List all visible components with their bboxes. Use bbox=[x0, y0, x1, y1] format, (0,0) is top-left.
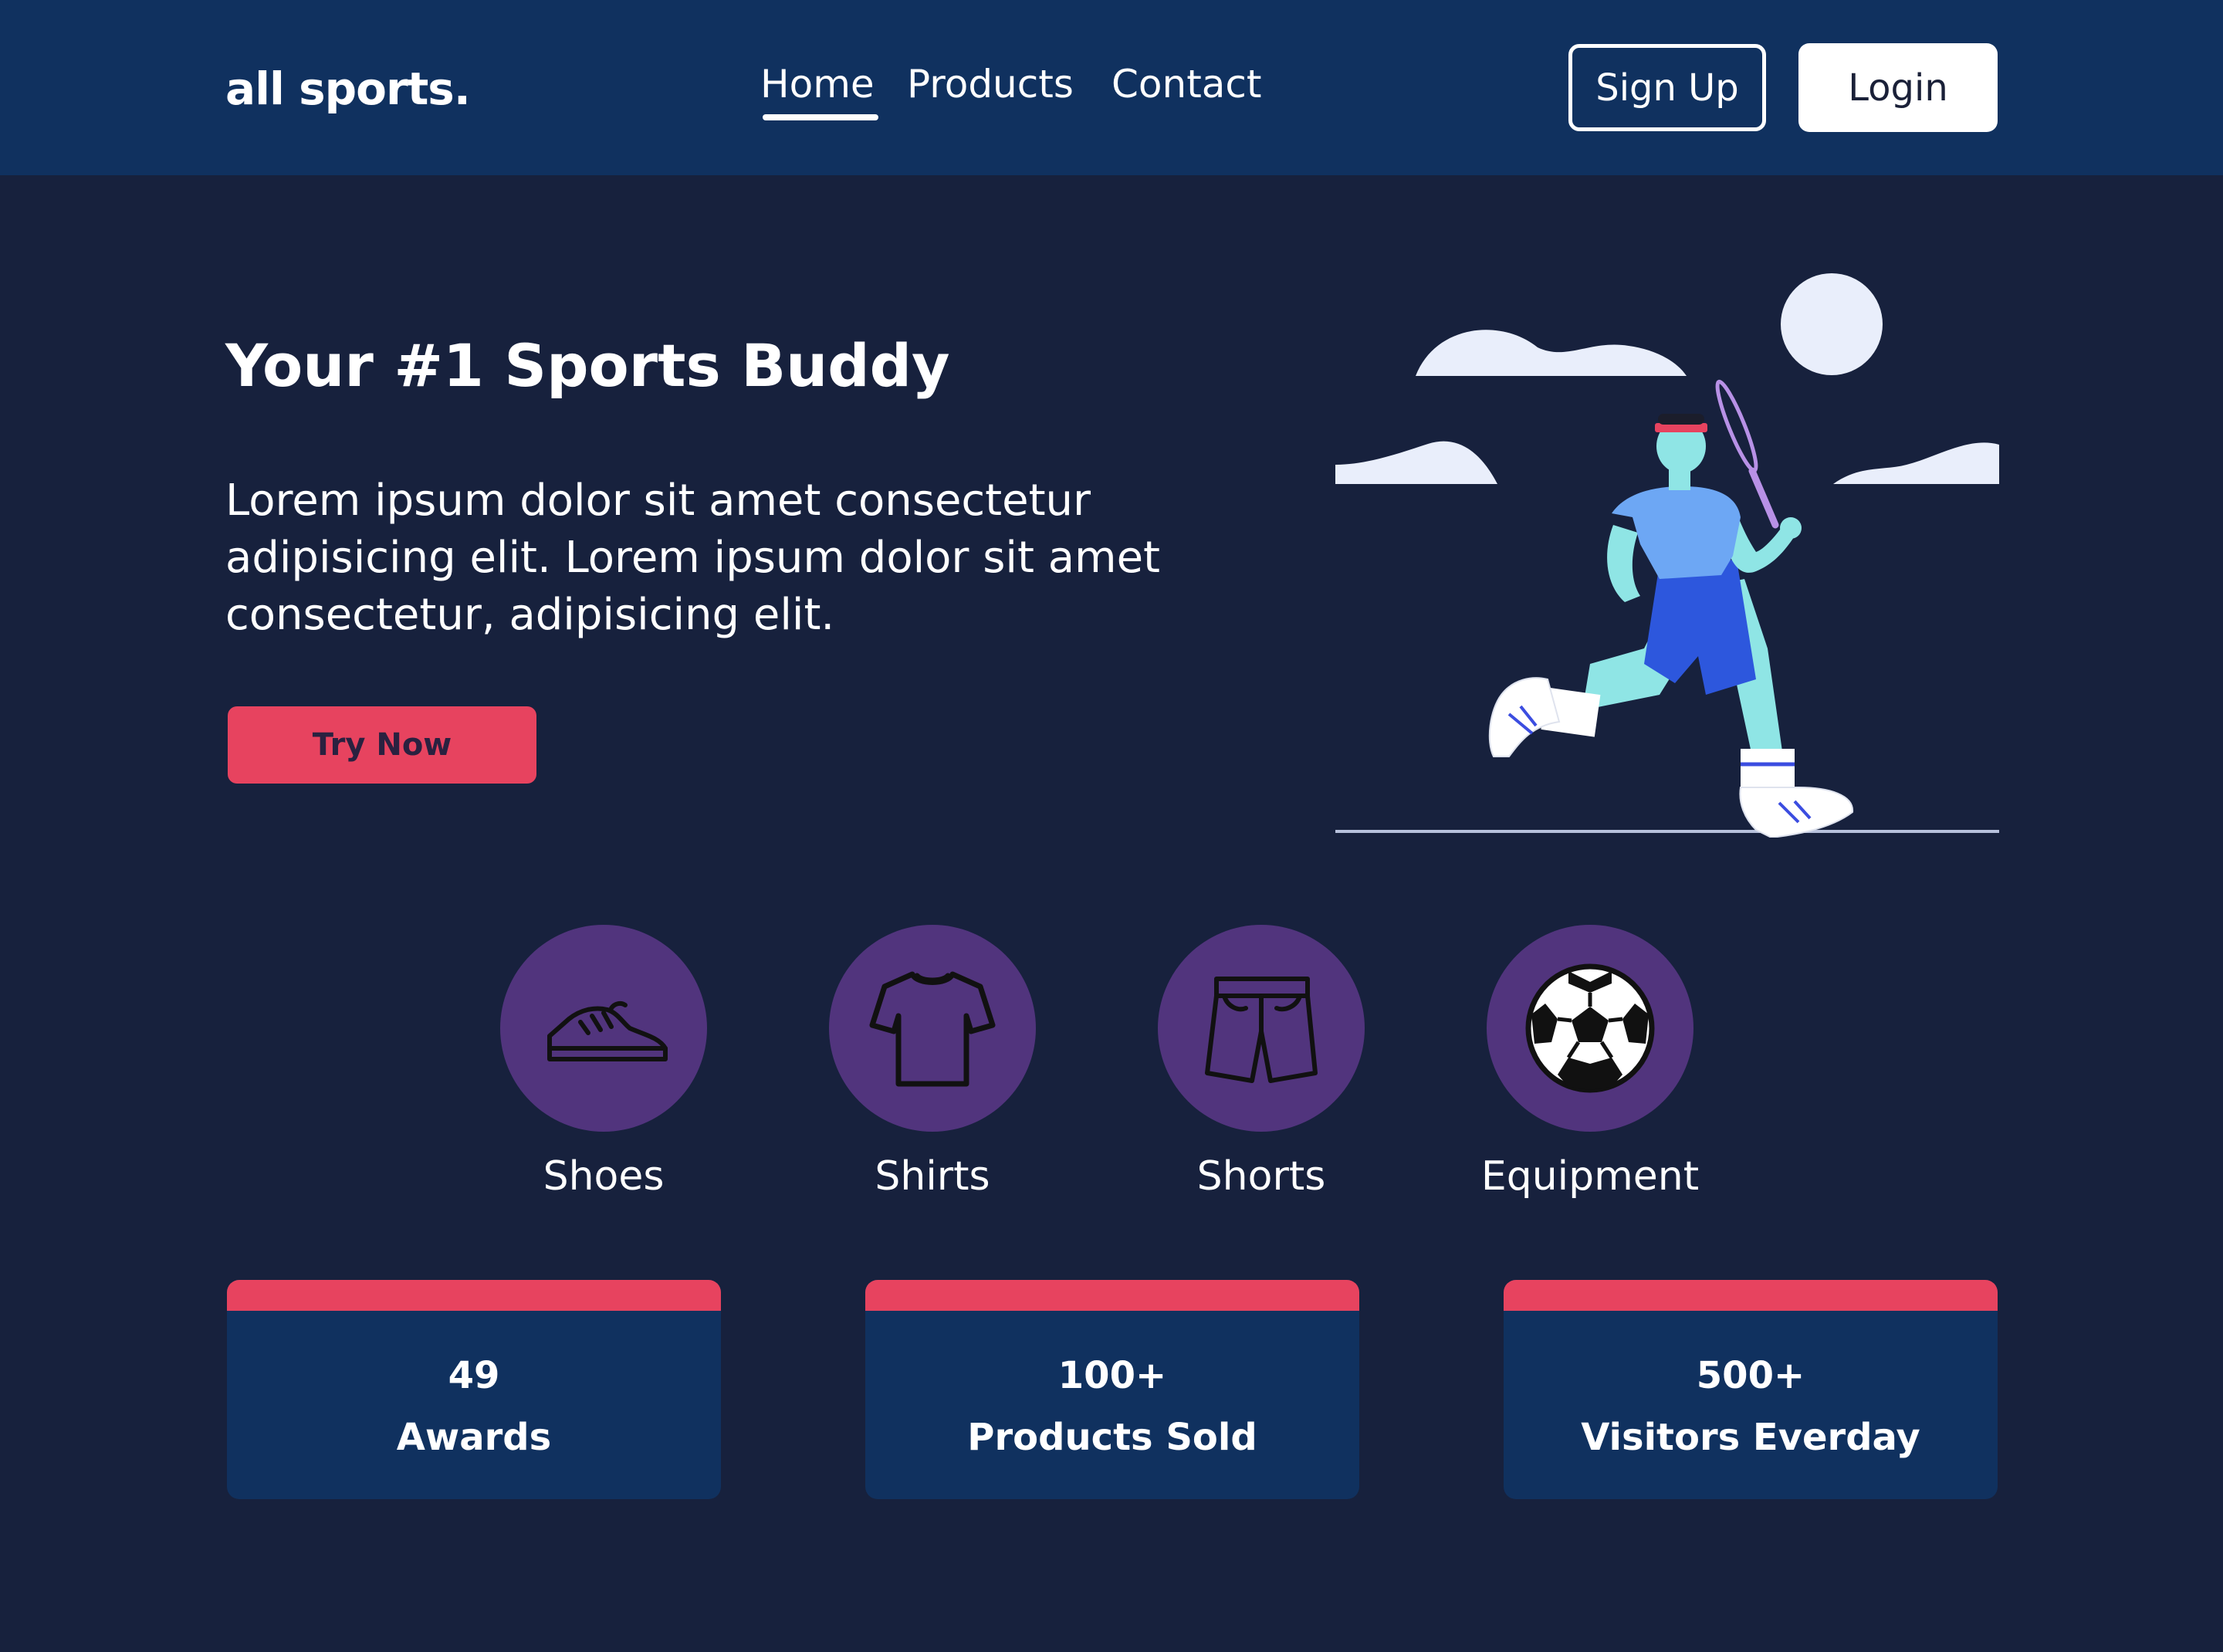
nav-link-home[interactable]: Home bbox=[760, 65, 875, 103]
stat-card-accent-bar bbox=[227, 1280, 721, 1311]
runner-illustration bbox=[1335, 273, 1999, 838]
soccer-ball-icon bbox=[1525, 963, 1655, 1093]
sun-shape bbox=[1781, 273, 1883, 375]
stat-label: Awards bbox=[396, 1416, 552, 1459]
category-shoes[interactable]: Shoes bbox=[488, 925, 719, 1203]
category-circle bbox=[1487, 925, 1693, 1132]
stat-card-accent-bar bbox=[865, 1280, 1359, 1311]
stat-value: 49 bbox=[448, 1354, 500, 1397]
site-logo[interactable]: all sports. bbox=[225, 66, 471, 111]
shorts-icon bbox=[1205, 977, 1318, 1083]
stat-card-awards: 49 Awards bbox=[227, 1280, 721, 1499]
try-now-button[interactable]: Try Now bbox=[228, 706, 536, 784]
nav-link-contact[interactable]: Contact bbox=[1112, 65, 1262, 103]
category-shorts[interactable]: Shorts bbox=[1145, 925, 1377, 1203]
category-label: Equipment bbox=[1480, 1153, 1700, 1200]
stat-card-visitors: 500+ Visitors Everday bbox=[1504, 1280, 1998, 1499]
category-label: Shorts bbox=[1196, 1153, 1326, 1200]
category-label: Shirts bbox=[875, 1153, 990, 1200]
stat-value: 100+ bbox=[1057, 1354, 1167, 1397]
category-label: Shoes bbox=[543, 1153, 665, 1200]
category-circle bbox=[500, 925, 707, 1132]
hero-title: Your #1 Sports Buddy bbox=[225, 331, 950, 400]
site-header: all sports. Home Products Contact Sign U… bbox=[0, 0, 2223, 175]
sign-up-button[interactable]: Sign Up bbox=[1568, 44, 1766, 131]
cloud-shape bbox=[1416, 330, 1687, 376]
category-circle bbox=[1158, 925, 1365, 1132]
stat-card-accent-bar bbox=[1504, 1280, 1998, 1311]
landing-page: all sports. Home Products Contact Sign U… bbox=[0, 0, 2223, 1652]
stat-label: Products Sold bbox=[967, 1416, 1257, 1459]
category-circle bbox=[829, 925, 1036, 1132]
stat-card-products-sold: 100+ Products Sold bbox=[865, 1280, 1359, 1499]
category-equipment[interactable]: Equipment bbox=[1474, 925, 1706, 1203]
login-button[interactable]: Login bbox=[1798, 43, 1998, 132]
stat-value: 500+ bbox=[1696, 1354, 1805, 1397]
category-shirts[interactable]: Shirts bbox=[817, 925, 1048, 1203]
nav-active-underline bbox=[763, 114, 878, 120]
cloud-shape bbox=[1833, 442, 1999, 484]
stat-label: Visitors Everday bbox=[1581, 1416, 1920, 1459]
hero-description: Lorem ipsum dolor sit amet consectetur a… bbox=[225, 476, 1160, 640]
cloud-shape bbox=[1335, 441, 1497, 484]
nav-link-products[interactable]: Products bbox=[907, 65, 1074, 103]
sneaker-icon bbox=[547, 1000, 668, 1061]
tshirt-icon bbox=[869, 971, 996, 1087]
